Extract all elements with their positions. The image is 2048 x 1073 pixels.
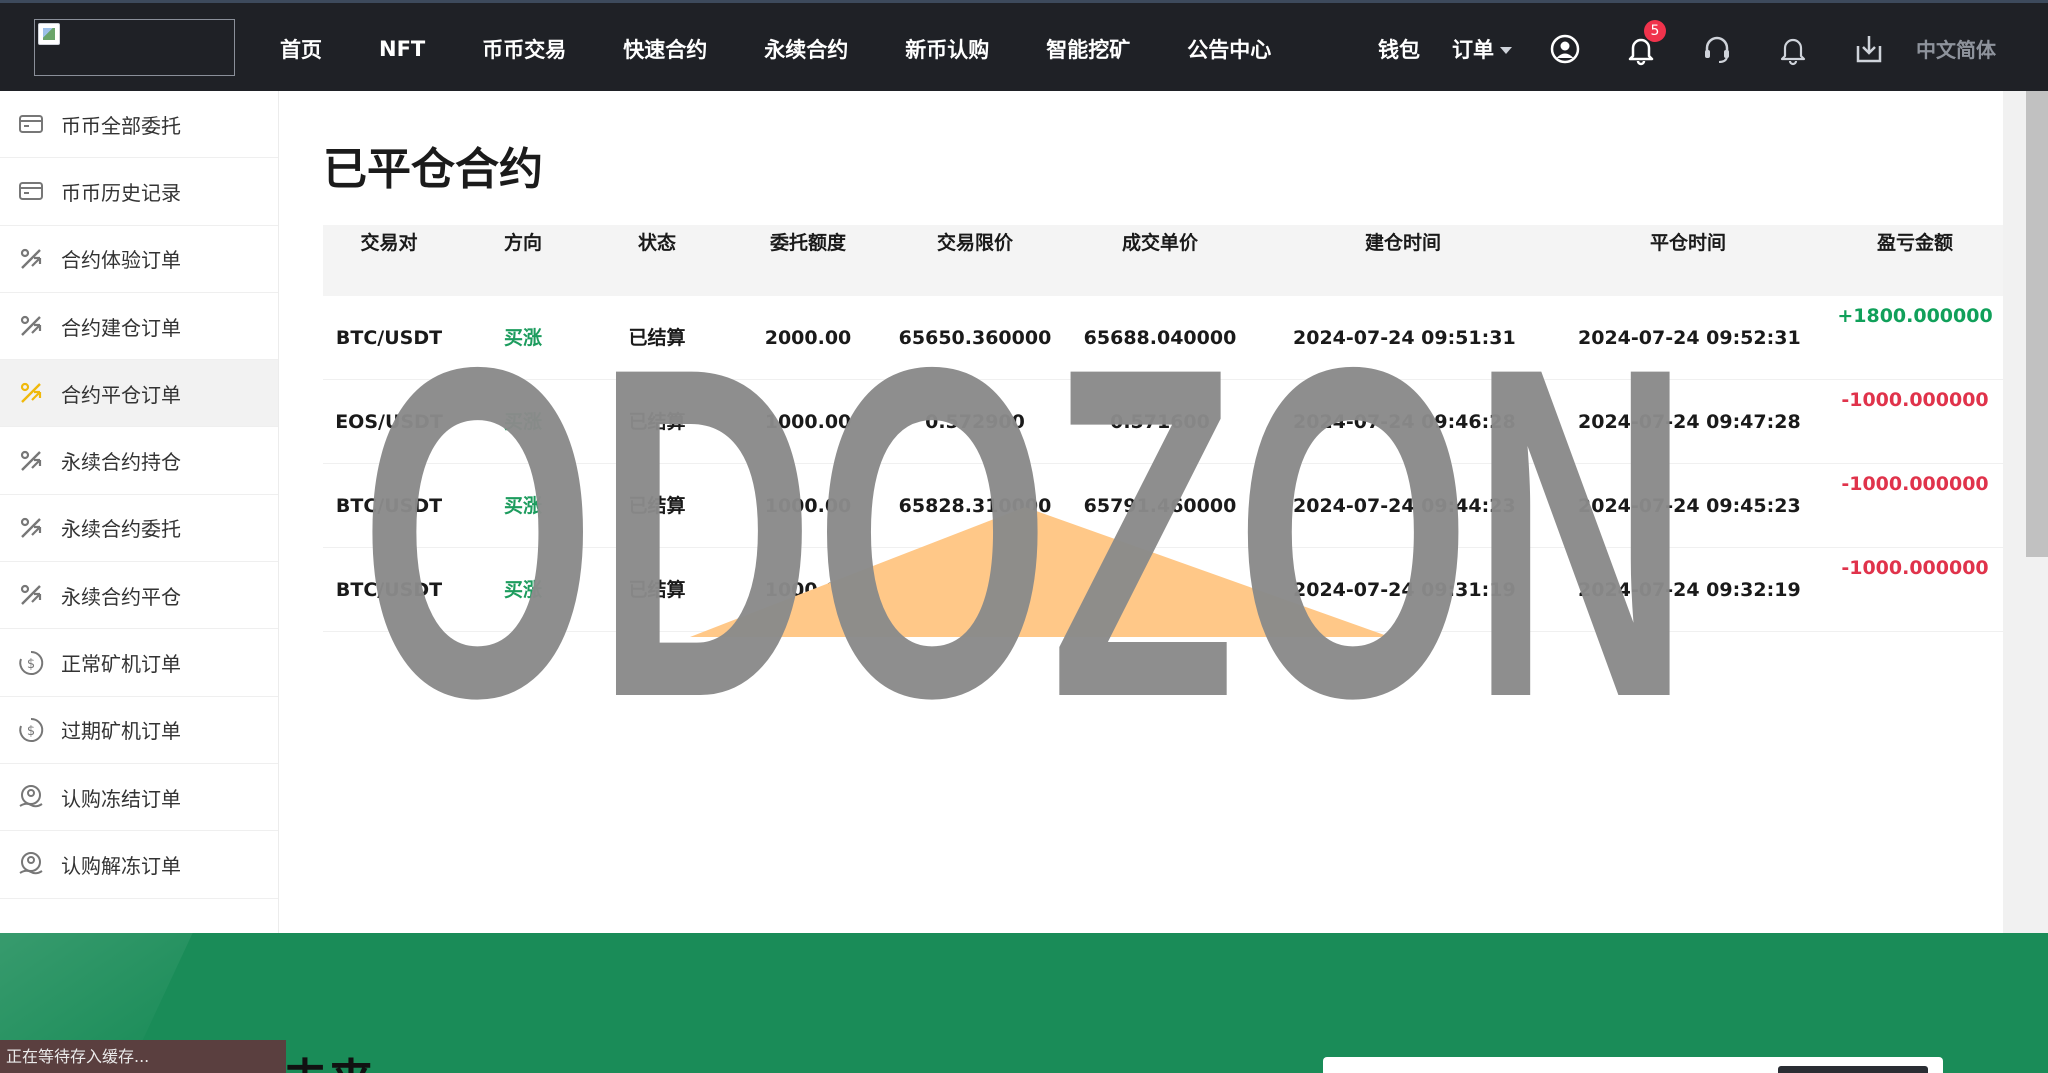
- sidebar-item-label: 永续合约持仓: [61, 450, 181, 475]
- cell-fill-price: 65688.040000: [1083, 327, 1237, 349]
- footer-heading: 未来: [282, 1045, 374, 1073]
- header-col-fill-price: 成交单价: [1121, 232, 1198, 254]
- wallet-link[interactable]: 钱包: [1378, 34, 1420, 64]
- footer-banner: 未来: [0, 933, 2048, 1073]
- nav-quick-contract[interactable]: 快速合约: [623, 34, 707, 64]
- nav-spot-trading[interactable]: 币币交易: [482, 34, 566, 64]
- sidebar-item-label: 合约体验订单: [61, 248, 181, 273]
- orders-label: 订单: [1452, 37, 1494, 62]
- cell-close-time: 2024-07-24 09:52:31: [1578, 327, 1801, 349]
- site-logo[interactable]: [34, 19, 235, 76]
- customer-service-headset-icon[interactable]: [1700, 32, 1734, 66]
- sidebar-item[interactable]: 合约体验订单: [0, 226, 278, 293]
- percent-icon: [17, 379, 45, 407]
- nav-announcements[interactable]: 公告中心: [1187, 34, 1271, 64]
- nav-perpetual-contract[interactable]: 永续合约: [764, 34, 848, 64]
- dollar-coin-icon: $: [17, 649, 45, 677]
- caret-down-icon: [1500, 46, 1512, 54]
- cell-close-time: 2024-07-24 09:32:19: [1578, 579, 1801, 601]
- footer-card-bar: [1778, 1066, 1928, 1073]
- table-header: 交易对 方向 状态 委托额度 交易限价 成交单价 建仓时间 平仓时间 盈亏金额: [323, 225, 2003, 296]
- header-actions: 钱包 订单 5 中文简体: [1378, 3, 1996, 94]
- bell-icon[interactable]: [1776, 32, 1810, 66]
- notification-bell-icon[interactable]: 5: [1624, 19, 1666, 66]
- sidebar-item-label: 币币全部委托: [61, 113, 181, 138]
- cell-close-time: 2024-07-24 09:47:28: [1578, 411, 1801, 433]
- scrollbar-thumb[interactable]: [2026, 91, 2048, 557]
- wallet-icon: [17, 177, 45, 205]
- cell-pnl: -1000.000000: [1841, 389, 1989, 411]
- cell-fill-price: 65838.110000: [1083, 579, 1237, 601]
- order-sidebar: 币币全部委托 币币历史记录 合约体验订单 合约建仓订单 合约平仓订单 永续合约持仓 永续合约…: [0, 91, 279, 933]
- main-nav: 首页 NFT 币币交易 快速合约 永续合约 新币认购 智能挖矿 公告中心: [280, 3, 1328, 94]
- table-row[interactable]: EOS/USDT 买涨 已结算 1000.00 0.572900 0.571600 2024…: [323, 380, 2003, 464]
- language-selector[interactable]: 中文简体: [1916, 34, 1996, 63]
- cell-open-time: 2024-07-24 09:46:28: [1293, 411, 1516, 433]
- page-title: 已平仓合约: [323, 144, 543, 195]
- sidebar-item[interactable]: 永续合约持仓: [0, 427, 278, 495]
- cell-open-time: 2024-07-24 09:44:23: [1293, 495, 1516, 517]
- nav-home[interactable]: 首页: [280, 34, 322, 64]
- sidebar-item-label: 合约建仓订单: [61, 315, 181, 340]
- svg-text:$: $: [27, 657, 35, 672]
- cell-close-time: 2024-07-24 09:45:23: [1578, 495, 1801, 517]
- sidebar-item-label: 过期矿机订单: [61, 719, 181, 744]
- broken-image-icon: [38, 23, 60, 45]
- download-icon[interactable]: [1852, 32, 1886, 66]
- sidebar-item-label: 币币历史记录: [61, 180, 181, 205]
- percent-icon: [17, 447, 45, 475]
- table-row[interactable]: BTC/USDT 买涨 已结算 2000.00 65650.360000 65688.04…: [323, 296, 2003, 380]
- orders-dropdown[interactable]: 订单: [1452, 34, 1512, 64]
- header-col-close-time: 平仓时间: [1649, 232, 1726, 254]
- header-col-pnl: 盈亏金额: [1876, 232, 1953, 254]
- table-row[interactable]: BTC/USDT 买涨 已结算 1000.00 66080.180000 65838.11…: [323, 548, 2003, 632]
- cell-pnl: -1000.000000: [1841, 557, 1989, 579]
- notification-badge: 5: [1644, 19, 1666, 42]
- nav-nft[interactable]: NFT: [379, 37, 425, 61]
- svg-text:$: $: [27, 724, 35, 739]
- percent-icon: [17, 581, 45, 609]
- nav-new-coin-subscription[interactable]: 新币认购: [905, 34, 989, 64]
- user-hand-icon: [17, 850, 45, 878]
- sidebar-item[interactable]: 合约建仓订单: [0, 293, 278, 361]
- sidebar-item[interactable]: $ 正常矿机订单: [0, 629, 278, 697]
- sidebar-item-label: 永续合约委托: [61, 517, 181, 542]
- sidebar-item[interactable]: 币币历史记录: [0, 158, 278, 226]
- cell-fill-price: 0.571600: [1110, 411, 1210, 433]
- percent-icon: [17, 514, 45, 542]
- cell-fill-price: 65791.460000: [1083, 495, 1237, 517]
- header-col-limit-price: 交易限价: [936, 232, 1013, 254]
- nav-smart-mining[interactable]: 智能挖矿: [1046, 34, 1130, 64]
- sidebar-item[interactable]: $ 过期矿机订单: [0, 697, 278, 764]
- percent-icon: [17, 312, 45, 340]
- wallet-icon: [17, 110, 45, 138]
- sidebar-item-label: 正常矿机订单: [61, 652, 181, 677]
- sidebar-item-label: 永续合约平仓: [61, 584, 181, 609]
- vertical-scrollbar[interactable]: [2003, 91, 2048, 933]
- sidebar-item[interactable]: 币币全部委托: [0, 91, 278, 159]
- dollar-coin-icon: $: [17, 716, 45, 744]
- sidebar-item[interactable]: 合约平仓订单: [0, 360, 278, 428]
- cell-pnl: +1800.000000: [1837, 305, 1993, 327]
- table-row[interactable]: BTC/USDT 买涨 已结算 1000.00 65828.310000 65791.46…: [323, 464, 2003, 548]
- browser-status-bar: 正在等待存入缓存...: [0, 1040, 286, 1073]
- user-avatar-icon[interactable]: [1548, 32, 1582, 66]
- header-col-open-time: 建仓时间: [1364, 232, 1441, 254]
- cell-open-time: 2024-07-24 09:31:19: [1293, 579, 1516, 601]
- sidebar-item-label: 合约平仓订单: [61, 382, 181, 407]
- cell-open-time: 2024-07-24 09:51:31: [1293, 327, 1516, 349]
- sidebar-item-label: 认购解冻订单: [61, 853, 181, 878]
- sidebar-item[interactable]: 认购解冻订单: [0, 831, 278, 899]
- cell-pnl: -1000.000000: [1841, 473, 1989, 495]
- sidebar-item[interactable]: 永续合约平仓: [0, 562, 278, 630]
- sidebar-item[interactable]: 永续合约委托: [0, 495, 278, 563]
- user-hand-icon: [17, 783, 45, 811]
- top-navbar: 首页 NFT 币币交易 快速合约 永续合约 新币认购 智能挖矿 公告中心 钱包 …: [0, 0, 2048, 91]
- sidebar-item[interactable]: 认购冻结订单: [0, 764, 278, 832]
- percent-icon: [17, 245, 45, 273]
- sidebar-item-label: 认购冻结订单: [61, 786, 181, 811]
